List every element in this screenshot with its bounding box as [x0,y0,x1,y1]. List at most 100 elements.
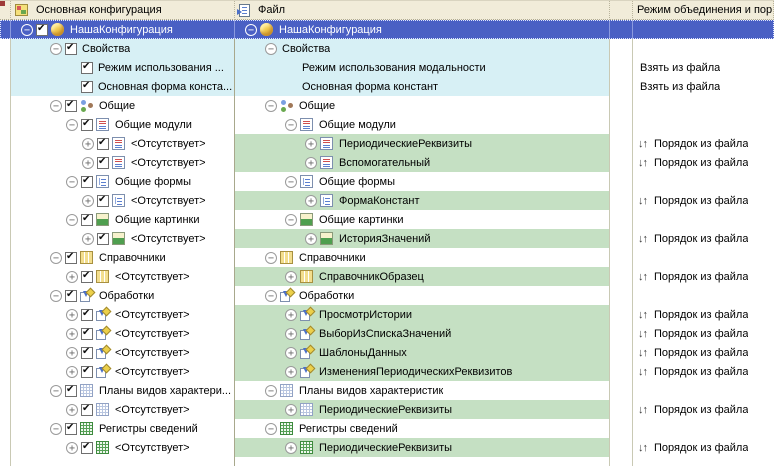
collapse-icon[interactable]: − [245,23,257,36]
expand-icon[interactable]: + [305,156,317,169]
tree-item-label[interactable]: Свойства [80,43,130,55]
tree-item-label[interactable]: Планы видов характери... [97,385,231,397]
table-row[interactable]: − Обработки − Обработки [0,286,774,305]
merge-order-value[interactable]: Порядок из файла [652,157,748,169]
checkbox-checked[interactable] [65,251,77,264]
table-row[interactable]: + <Отсутствует> + ШаблоныДанных ↓↑ Порядок из… [0,343,774,362]
collapse-icon[interactable]: − [285,175,297,188]
expand-icon[interactable]: + [285,346,297,359]
tree-item-label[interactable]: Планы видов характеристик [297,385,443,397]
checkbox-checked[interactable] [97,194,109,207]
tree-item-label[interactable]: Вспомогательный [337,157,430,169]
table-row[interactable]: − Регистры сведений − Регистры сведений [0,419,774,438]
tree-item-label[interactable]: Общие картинки [113,214,200,226]
merge-order-value[interactable]: Порядок из файла [652,233,748,245]
expand-icon[interactable]: + [82,156,94,169]
collapse-icon[interactable]: − [265,384,277,397]
tree-item-label[interactable]: <Отсутствует> [113,309,190,321]
merge-order-value[interactable]: Порядок из файла [652,309,748,321]
checkbox-checked[interactable] [65,42,77,55]
tree-item-label[interactable]: ИзмененияПериодическихРеквизитов [317,366,512,378]
expand-icon[interactable]: + [82,137,94,150]
checkbox-checked[interactable] [36,23,48,36]
expand-icon[interactable]: + [66,327,78,340]
expand-icon[interactable]: + [66,346,78,359]
checkbox-checked[interactable] [81,270,93,283]
tree-item-label[interactable]: ПросмотрИстории [317,309,412,321]
merge-order-value[interactable]: Порядок из файла [652,328,748,340]
checkbox-checked[interactable] [97,137,109,150]
collapse-icon[interactable]: − [285,118,297,131]
expand-icon[interactable]: + [66,270,78,283]
tree-item-label[interactable]: ФормаКонстант [337,195,420,207]
table-row[interactable]: − Планы видов характери... − Планы видов ха… [0,381,774,400]
collapse-icon[interactable]: − [50,384,62,397]
collapse-icon[interactable]: − [265,289,277,302]
tree-item-label[interactable]: НашаКонфигурация [277,24,382,36]
tree-item-label[interactable]: <Отсутствует> [113,442,190,454]
expand-icon[interactable]: + [66,441,78,454]
tree-item-label[interactable]: Основная форма конста... [96,81,232,93]
checkbox-checked[interactable] [65,422,77,435]
expand-icon[interactable]: + [305,137,317,150]
checkbox-checked[interactable] [81,346,93,359]
collapse-icon[interactable]: − [50,289,62,302]
collapse-icon[interactable]: − [285,213,297,226]
tree-item-label[interactable]: Обработки [97,290,154,302]
table-row[interactable]: − Общие формы − Общие формы [0,172,774,191]
tree-item-label[interactable]: СправочникОбразец [317,271,424,283]
merge-order-value[interactable]: Порядок из файла [652,195,748,207]
tree-item-label[interactable]: <Отсутствует> [129,233,206,245]
checkbox-checked[interactable] [65,289,77,302]
expand-icon[interactable]: + [82,232,94,245]
checkbox-checked[interactable] [81,175,93,188]
tree-item-label[interactable]: <Отсутствует> [129,157,206,169]
checkbox-checked[interactable] [81,213,93,226]
checkbox-checked[interactable] [81,308,93,321]
table-row[interactable]: − Общие модули − Общие модули [0,115,774,134]
table-row[interactable]: + <Отсутствует> + ИзмененияПериодическихРек… [0,362,774,381]
checkbox-checked[interactable] [81,61,93,74]
merge-order-value[interactable]: Порядок из файла [652,138,748,150]
tree-item-label[interactable]: Основная форма констант [300,81,438,93]
tree-item-label[interactable]: ПериодическиеРеквизиты [317,442,452,454]
tree-item-label[interactable]: Регистры сведений [97,423,198,435]
expand-icon[interactable]: + [66,308,78,321]
tree-item-label[interactable]: Справочники [97,252,166,264]
tree-item-label[interactable]: Общие формы [317,176,395,188]
table-row[interactable]: − Общие − Общие [0,96,774,115]
tree-item-label[interactable]: ВыборИзСпискаЗначений [317,328,451,340]
checkbox-checked[interactable] [81,365,93,378]
table-row[interactable]: − НашаКонфигурация − НашаКонфигурация [0,20,774,39]
collapse-icon[interactable]: − [265,251,277,264]
table-row[interactable]: − Общие картинки − Общие картинки [0,210,774,229]
tree-item-label[interactable]: <Отсутствует> [129,195,206,207]
checkbox-checked[interactable] [81,403,93,416]
checkbox-checked[interactable] [97,232,109,245]
expand-icon[interactable]: + [285,441,297,454]
checkbox-checked[interactable] [65,99,77,112]
expand-icon[interactable]: + [305,194,317,207]
tree-item-label[interactable]: <Отсутствует> [113,328,190,340]
table-row[interactable]: −Свойства−Свойства [0,39,774,58]
table-row[interactable]: + <Отсутствует> + ПросмотрИстории ↓↑ Порядок … [0,305,774,324]
checkbox-checked[interactable] [65,384,77,397]
tree-item-label[interactable]: <Отсутствует> [113,347,190,359]
expand-icon[interactable]: + [285,270,297,283]
merge-order-value[interactable]: Порядок из файла [652,442,748,454]
table-row[interactable]: + <Отсутствует> + ИсторияЗначений ↓↑ Порядок … [0,229,774,248]
merge-order-value[interactable]: Порядок из файла [652,404,748,416]
collapse-icon[interactable]: − [66,175,78,188]
table-row[interactable]: + <Отсутствует> + ПериодическиеРеквизиты ↓↑ П… [0,134,774,153]
collapse-icon[interactable]: − [265,99,277,112]
tree-item-label[interactable]: <Отсутствует> [129,138,206,150]
tree-item-label[interactable]: НашаКонфигурация [68,24,173,36]
checkbox-checked[interactable] [81,80,93,93]
checkbox-checked[interactable] [81,327,93,340]
tree-item-label[interactable]: Общие модули [113,119,192,131]
expand-icon[interactable]: + [285,327,297,340]
checkbox-checked[interactable] [81,118,93,131]
merge-order-value[interactable]: Порядок из файла [652,347,748,359]
collapse-icon[interactable]: − [265,422,277,435]
collapse-icon[interactable]: − [50,42,62,55]
